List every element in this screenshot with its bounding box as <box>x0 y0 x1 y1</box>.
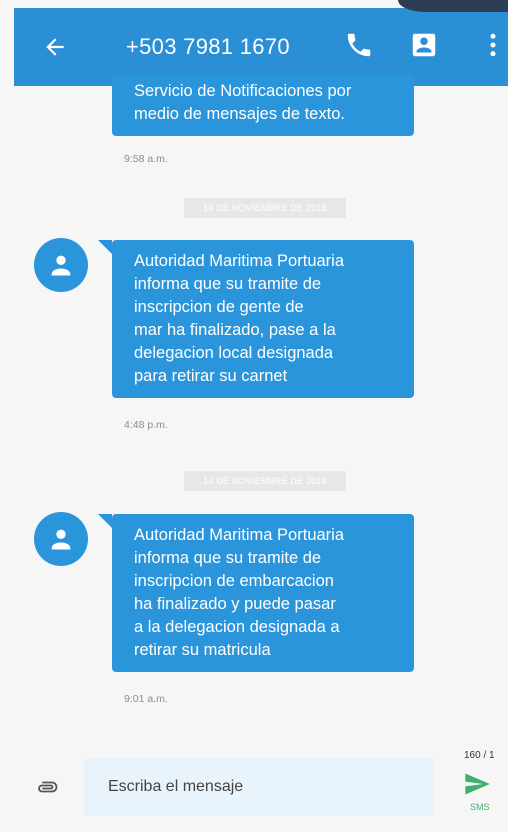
avatar[interactable] <box>34 512 88 566</box>
back-arrow-icon[interactable] <box>42 34 68 60</box>
message-line: Servicio de Notificaciones por <box>134 82 352 100</box>
person-icon <box>51 255 71 276</box>
message-line: medio de mensajes de texto. <box>134 105 345 123</box>
date-separator: 14 DE NOVIEMBRE DE 2018 <box>184 471 346 491</box>
message-line: para retirar su carnet <box>134 367 288 385</box>
message-bubble[interactable]: Autoridad Maritima Portuaria informa que… <box>98 514 414 672</box>
message-timestamp: 4:48 p.m. <box>124 419 168 431</box>
contact-number-title: +503 7981 1670 <box>126 34 290 59</box>
corner-accent <box>398 0 508 12</box>
message-line: delegacion local designada <box>134 344 334 362</box>
message-line: inscripcion de gente de <box>134 298 304 316</box>
message-timestamp: 9:01 a.m. <box>124 693 168 705</box>
send-icon[interactable] <box>462 770 492 798</box>
phone-icon[interactable] <box>344 30 374 60</box>
message-thread[interactable]: Servicio de Notificaciones por medio de … <box>14 74 508 832</box>
message-line: retirar su matricula <box>134 641 271 659</box>
message-line: Autoridad Maritima Portuaria <box>134 252 345 270</box>
message-line: ha finalizado y puede pasar <box>134 595 336 613</box>
message-bubble[interactable]: Autoridad Maritima Portuaria informa que… <box>98 240 414 398</box>
character-counter: 160 / 1 <box>464 750 495 761</box>
message-composer: 160 / 1 SMS <box>0 738 508 832</box>
person-icon <box>51 529 71 550</box>
contact-card-icon[interactable] <box>409 30 439 60</box>
paperclip-icon[interactable] <box>36 780 58 794</box>
message-line: a la delegacion designada a <box>134 618 340 636</box>
date-separator: 14 DE NOVIEMBRE DE 2018 <box>184 198 346 218</box>
message-timestamp: 9:58 a.m. <box>124 153 168 165</box>
message-input[interactable] <box>84 758 434 816</box>
message-line: mar ha finalizado, pase a la <box>134 321 336 339</box>
message-bubble[interactable]: Servicio de Notificaciones por medio de … <box>112 74 414 136</box>
message-line: informa que su tramite de <box>134 275 322 293</box>
message-line: informa que su tramite de <box>134 549 322 567</box>
message-line: inscripcion de embarcacion <box>134 572 334 590</box>
send-type-label: SMS <box>470 802 490 812</box>
message-line: Autoridad Maritima Portuaria <box>134 526 345 544</box>
avatar[interactable] <box>34 238 88 292</box>
more-vert-icon[interactable] <box>478 30 508 60</box>
